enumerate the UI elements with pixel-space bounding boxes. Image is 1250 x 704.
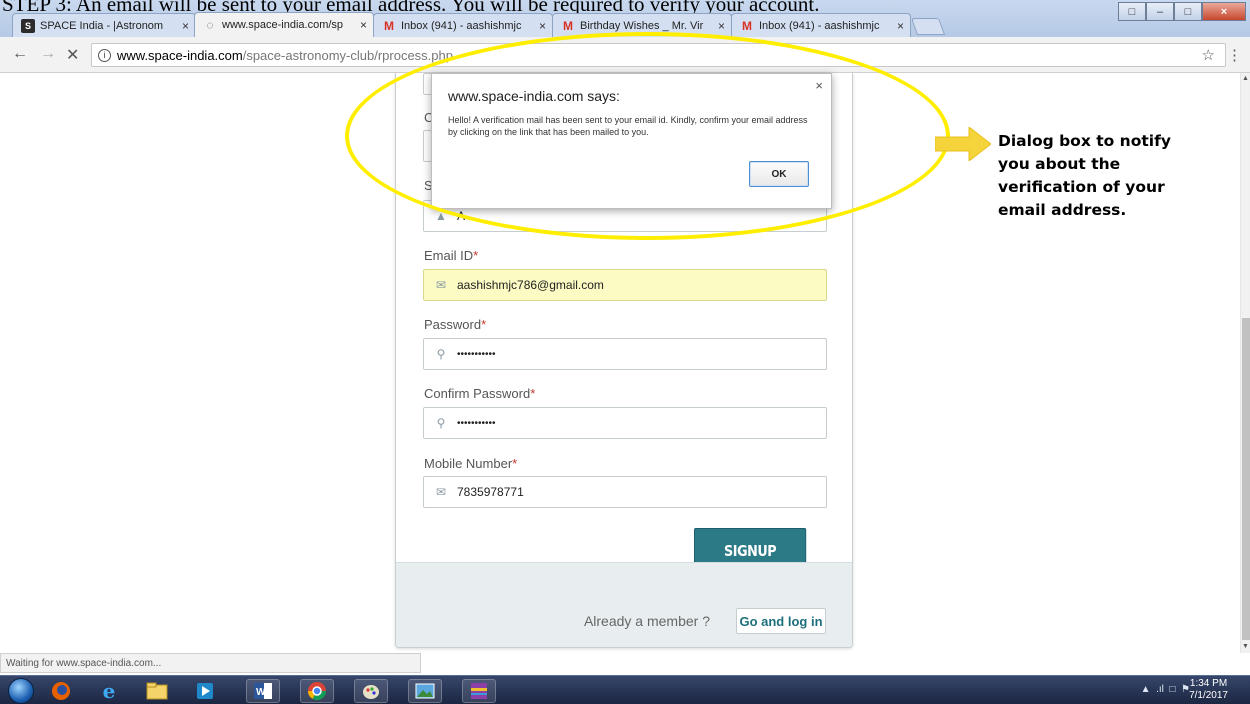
tab-title: Inbox (941) - aashishmjc — [401, 19, 522, 32]
password-label: Password* — [424, 317, 486, 332]
scroll-down-arrow-icon[interactable]: ▼ — [1242, 643, 1249, 650]
tab-space-india-register[interactable]: ◌ www.space-india.com/sp × — [194, 12, 374, 37]
tab-gmail-inbox-2[interactable]: M Inbox (941) - aashishmjc × — [731, 13, 911, 37]
user-icon: ▲ — [435, 209, 447, 223]
email-label: Email ID* — [424, 248, 478, 263]
page-scrollbar[interactable]: ▲ ▼ — [1240, 73, 1250, 653]
required-star: * — [530, 386, 536, 401]
svg-text:W: W — [256, 687, 266, 698]
clock-time: 1:34 PM — [1189, 678, 1228, 689]
minimize-button[interactable]: – — [1146, 2, 1174, 21]
media-player-icon[interactable] — [188, 679, 222, 703]
ok-button[interactable]: OK — [749, 161, 809, 187]
close-window-button[interactable]: × — [1202, 2, 1246, 21]
bookmark-star-icon[interactable]: ☆ — [1202, 46, 1215, 64]
firefox-icon[interactable] — [44, 679, 78, 703]
system-tray-icons[interactable]: ▲ .ıl □ ⚑ — [1141, 684, 1190, 695]
tab-close-icon[interactable]: × — [182, 19, 189, 33]
browser-tab-strip: STEP 3: An email will be sent to your em… — [0, 0, 1250, 37]
file-explorer-icon[interactable] — [140, 679, 174, 703]
already-member-text: Already a member ? — [583, 613, 710, 629]
url-path: /space-astronomy-club/rprocess.php — [242, 47, 453, 63]
password-label-text: Password — [424, 317, 482, 332]
word-icon[interactable]: W — [246, 679, 280, 703]
confirm-password-value: ••••••••••• — [457, 417, 496, 429]
mobile-label: Mobile Number* — [424, 456, 517, 471]
tab-space-india[interactable]: S SPACE India - |Astronom × — [12, 13, 196, 37]
stop-loading-icon[interactable]: ✕ — [66, 45, 79, 65]
password-value: ••••••••••• — [457, 348, 496, 360]
annotation-text: Dialog box to notify you about the verif… — [998, 132, 1171, 219]
user-profile-button[interactable]: □ — [1118, 2, 1146, 21]
key-icon: ⚲ — [436, 416, 446, 430]
partial-name-value: A — [457, 209, 466, 223]
new-tab-button[interactable] — [910, 18, 946, 35]
confirm-password-field[interactable]: ⚲ ••••••••••• — [423, 407, 827, 439]
envelope-icon: ✉ — [435, 278, 447, 292]
taskbar-clock[interactable]: 1:34 PM 7/1/2017 — [1189, 678, 1228, 702]
key-icon: ⚲ — [436, 347, 446, 361]
loading-spinner-icon: ◌ — [206, 18, 214, 32]
email-value: aashishmjc786@gmail.com — [457, 278, 604, 292]
tab-close-icon[interactable]: × — [718, 19, 725, 33]
mobile-field[interactable]: ✉ 7835978771 — [423, 476, 827, 508]
tab-title: www.space-india.com/sp — [222, 19, 344, 31]
gmail-icon: M — [384, 18, 394, 33]
chrome-menu-icon[interactable]: ⋮ — [1227, 46, 1242, 64]
close-icon[interactable]: × — [815, 78, 823, 93]
tab-close-icon[interactable]: × — [360, 18, 367, 32]
tab-close-icon[interactable]: × — [897, 19, 904, 33]
tab-title: Inbox (941) - aashishmjc — [759, 19, 880, 32]
url-host: www.space-india.com — [117, 47, 243, 63]
forward-arrow-icon[interactable]: → — [40, 45, 56, 63]
window-controls: □ – □ × — [1118, 2, 1246, 21]
windows-taskbar: e W ▲ .ıl □ ⚑ 1:34 PM 7/1/2017 — [0, 675, 1250, 704]
card-footer — [396, 562, 852, 647]
maximize-button[interactable]: □ — [1174, 2, 1202, 21]
required-star: * — [512, 456, 518, 471]
confirm-label-text: Confirm Password — [424, 386, 531, 401]
yellow-arrow-icon — [935, 127, 991, 161]
tab-title: Birthday Wishes _ Mr. Vir — [580, 19, 704, 32]
screenshot-root: STEP 3: An email will be sent to your em… — [0, 0, 1250, 704]
tab-close-icon[interactable]: × — [539, 19, 546, 33]
required-star: * — [473, 248, 479, 263]
tab-gmail-birthday[interactable]: M Birthday Wishes _ Mr. Vir × — [552, 13, 732, 37]
required-star: * — [481, 317, 487, 332]
confirm-password-label: Confirm Password* — [424, 386, 535, 401]
photo-viewer-icon[interactable] — [408, 679, 442, 703]
mobile-value: 7835978771 — [457, 485, 524, 499]
start-button[interactable] — [8, 678, 34, 704]
paint-icon[interactable] — [354, 679, 388, 703]
back-arrow-icon[interactable]: ← — [12, 45, 28, 63]
alert-dialog: www.space-india.com says: × Hello! A ver… — [431, 73, 832, 209]
internet-explorer-icon[interactable]: e — [92, 679, 126, 703]
winrar-icon[interactable] — [462, 679, 496, 703]
scroll-up-arrow-icon[interactable]: ▲ — [1242, 75, 1249, 82]
email-label-text: Email ID — [424, 248, 474, 263]
info-icon[interactable]: i — [98, 48, 111, 62]
email-field[interactable]: ✉ aashishmjc786@gmail.com — [423, 269, 827, 301]
mobile-label-text: Mobile Number — [424, 456, 513, 471]
address-bar[interactable]: i www.space-india.com/space-astronomy-cl… — [91, 43, 1226, 67]
browser-toolbar: ← → ✕ i www.space-india.com/space-astron… — [0, 37, 1250, 73]
chrome-icon[interactable] — [300, 679, 334, 703]
gmail-icon: M — [742, 18, 752, 33]
tab-gmail-inbox[interactable]: M Inbox (941) - aashishmjc × — [373, 13, 553, 37]
space-logo-icon: S — [21, 18, 35, 33]
dialog-title: www.space-india.com says: — [448, 88, 620, 104]
gmail-icon: M — [563, 18, 573, 33]
clock-date: 7/1/2017 — [1189, 690, 1228, 701]
password-field[interactable]: ⚲ ••••••••••• — [423, 338, 827, 370]
scrollbar-thumb[interactable] — [1242, 318, 1250, 640]
login-link-button[interactable]: Go and log in — [736, 608, 826, 634]
tab-title: SPACE India - |Astronom — [40, 19, 164, 32]
envelope-icon: ✉ — [435, 485, 447, 499]
status-bar: Waiting for www.space-india.com... — [0, 653, 421, 673]
dialog-message: Hello! A verification mail has been sent… — [448, 115, 808, 137]
